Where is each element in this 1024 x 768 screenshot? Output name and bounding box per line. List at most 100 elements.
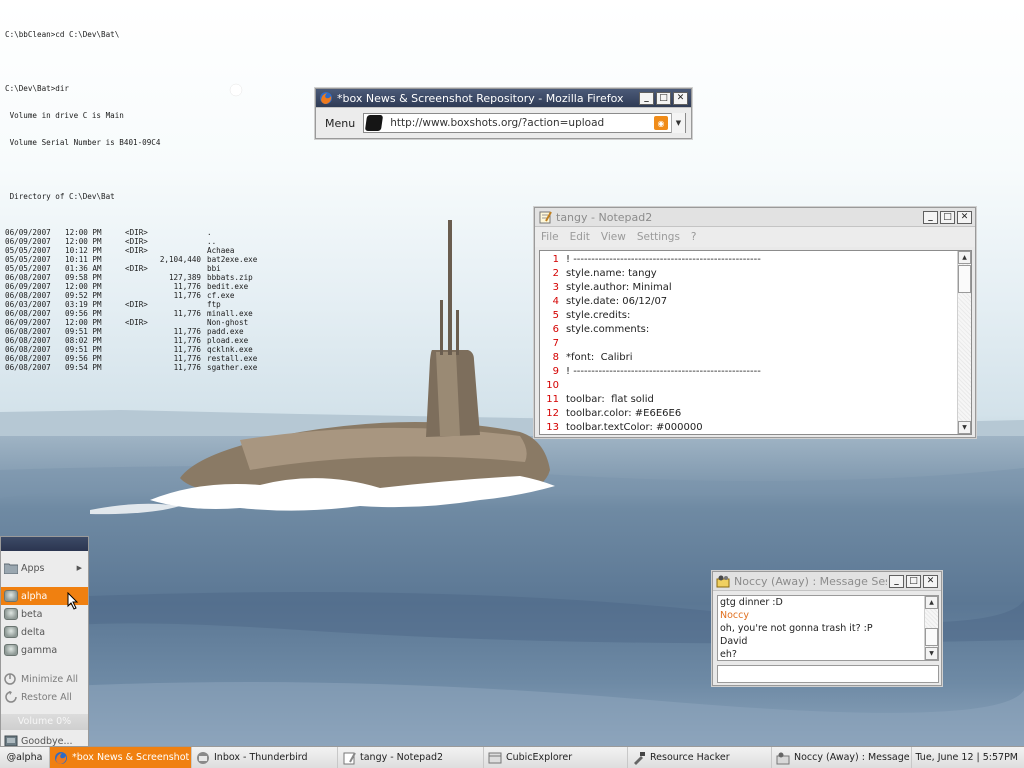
taskbar-task-messenger[interactable]: Noccy (Away) : Message S... (772, 747, 912, 768)
message-input[interactable] (717, 665, 939, 683)
submenu-arrow-icon: ▶ (76, 564, 82, 572)
directory-row: 06/09/2007 12:00 PM <DIR>. (5, 228, 287, 237)
menu-help[interactable]: ? (691, 231, 697, 243)
scroll-up-arrow-icon[interactable]: ▲ (958, 251, 971, 264)
code-line[interactable]: style.comments: (566, 323, 957, 337)
clock[interactable]: Tue, June 12 | 5:57PM (915, 752, 1024, 763)
taskbar-task-thunderbird[interactable]: Inbox - Thunderbird (192, 747, 338, 768)
firefox-window[interactable]: *box News & Screenshot Repository - Mozi… (315, 88, 692, 139)
code-line[interactable]: style.date: 06/12/07 (566, 295, 957, 309)
taskbar-task-explorer[interactable]: CubicExplorer (484, 747, 628, 768)
firefox-titlebar[interactable]: *box News & Screenshot Repository - Mozi… (316, 89, 691, 108)
menu-file[interactable]: File (541, 231, 559, 243)
directory-size: 11,776 (173, 282, 201, 291)
directory-time: 12:00 PM (65, 282, 102, 291)
line-number: 1 (552, 254, 559, 265)
notepad-icon (342, 751, 356, 765)
notepad-titlebar[interactable]: tangy - Notepad2 _ □ ✕ (535, 208, 975, 227)
vertical-scrollbar[interactable]: ▲ ▼ (924, 596, 938, 660)
taskbar-task-notepad[interactable]: tangy - Notepad2 (338, 747, 484, 768)
code-line[interactable] (566, 337, 957, 351)
scroll-down-arrow-icon[interactable]: ▼ (925, 647, 938, 660)
root-menu[interactable]: Apps ▶ alpha beta delta gamma Minimize A… (0, 536, 89, 747)
directory-date: 06/08/2007 (5, 336, 51, 345)
directory-dir: <DIR> (125, 264, 148, 273)
directory-date: 06/09/2007 (5, 318, 51, 327)
text-editor[interactable]: 1 2 3 4 5 6 7 8 9 10 11 12 13 ! --------------------… (539, 250, 972, 435)
menu-view[interactable]: View (601, 231, 626, 243)
directory-dir (125, 345, 153, 354)
vertical-scrollbar[interactable]: ▲ ▼ (957, 251, 971, 434)
close-button[interactable]: ✕ (673, 91, 688, 105)
scroll-up-arrow-icon[interactable]: ▲ (925, 596, 938, 609)
volume-slider[interactable]: Volume 0% (1, 714, 88, 730)
workspace-item-beta[interactable]: beta (1, 605, 88, 623)
chat-history[interactable]: gtg dinner :D Noccy oh, you're not gonna t… (717, 595, 939, 661)
code-line[interactable]: toolbar.color: #E6E6E6 (566, 407, 957, 421)
menu-item-minimize-all[interactable]: Minimize All (1, 670, 88, 688)
maximize-button[interactable]: □ (940, 210, 955, 224)
url-history-dropdown-button[interactable]: ▼ (671, 113, 685, 133)
directory-row: 06/08/2007 09:52 PM 11,776 cf.exe (5, 291, 287, 300)
menu-button[interactable]: Menu (321, 115, 359, 132)
directory-date: 06/09/2007 (5, 282, 51, 291)
messenger-icon (776, 751, 790, 765)
code-line[interactable] (566, 379, 957, 393)
minimize-button[interactable]: _ (923, 210, 938, 224)
maximize-button[interactable]: □ (656, 91, 671, 105)
notepad-window[interactable]: tangy - Notepad2 _ □ ✕ File Edit View Se… (534, 207, 976, 438)
directory-time: 01:36 AM (65, 264, 102, 273)
maximize-button[interactable]: □ (906, 574, 921, 588)
code-line[interactable]: style.credits: (566, 309, 957, 323)
directory-date: 06/08/2007 (5, 345, 51, 354)
directory-time: 08:02 PM (65, 336, 102, 345)
code-line[interactable]: ! --------------------------------------… (566, 365, 957, 379)
directory-row: 06/09/2007 12:00 PM <DIR>.. (5, 237, 287, 246)
scroll-down-arrow-icon[interactable]: ▼ (958, 421, 971, 434)
directory-time: 09:51 PM (65, 345, 102, 354)
directory-date: 06/08/2007 (5, 291, 51, 300)
taskbar-task-label: *box News & Screenshot R... (72, 752, 191, 763)
menu-item-restore-all[interactable]: Restore All (1, 688, 88, 706)
directory-size: 11,776 (173, 363, 201, 372)
close-button[interactable]: ✕ (923, 574, 938, 588)
chat-message: eh? (720, 649, 737, 660)
directory-name: padd.exe (207, 327, 244, 336)
directory-size: 11,776 (173, 309, 201, 318)
menu-item-apps[interactable]: Apps ▶ (1, 559, 88, 577)
chat-titlebar[interactable]: Noccy (Away) : Message Session _ □ ✕ (713, 572, 941, 591)
code-line[interactable]: style.author: Minimal (566, 281, 957, 295)
code-line[interactable]: ! --------------------------------------… (566, 253, 957, 267)
code-line[interactable]: toolbar.textColor: #000000 (566, 421, 957, 434)
close-button[interactable]: ✕ (957, 210, 972, 224)
directory-dir: <DIR> (125, 228, 148, 237)
code-line[interactable]: style.name: tangy (566, 267, 957, 281)
menu-edit[interactable]: Edit (570, 231, 590, 243)
code-line[interactable]: *font: Calibri (566, 351, 957, 365)
minimize-button[interactable]: _ (889, 574, 904, 588)
message-session-window[interactable]: Noccy (Away) : Message Session _ □ ✕ gtg… (712, 571, 942, 686)
code-line[interactable]: toolbar: flat solid (566, 393, 957, 407)
workspace-item-alpha[interactable]: alpha (1, 587, 88, 610)
workspace-item-delta[interactable]: delta (1, 623, 88, 641)
editor-content[interactable]: ! --------------------------------------… (562, 251, 957, 434)
url-bar[interactable]: http://www.boxshots.org/?action=upload ◉… (363, 113, 686, 133)
rss-feed-icon[interactable]: ◉ (654, 116, 668, 130)
directory-listing: 06/09/2007 12:00 PM <DIR>. 06/09/2007 12:00 … (5, 228, 287, 372)
workspace-item-gamma[interactable]: gamma (1, 641, 88, 659)
directory-name: Achaea (207, 246, 235, 255)
directory-row: 06/08/2007 09:56 PM 11,776 restall.exe (5, 354, 287, 363)
scrollbar-thumb[interactable] (958, 265, 971, 293)
taskbar-task-firefox[interactable]: *box News & Screenshot R... (50, 747, 192, 768)
minimize-button[interactable]: _ (639, 91, 654, 105)
workspace-label[interactable]: @alpha (0, 747, 50, 768)
directory-time: 12:00 PM (65, 318, 102, 327)
directory-row: 06/08/2007 09:51 PM 11,776 qcklnk.exe (5, 345, 287, 354)
scrollbar-thumb[interactable] (925, 628, 938, 646)
url-input[interactable]: http://www.boxshots.org/?action=upload (390, 117, 654, 129)
taskbar: @alpha *box News & Screenshot R... Inbox … (0, 746, 1024, 768)
menu-settings[interactable]: Settings (637, 231, 680, 243)
menu-item-label: delta (21, 626, 46, 638)
taskbar-task-resource-hacker[interactable]: Resource Hacker (628, 747, 772, 768)
directory-dir: <DIR> (125, 246, 148, 255)
